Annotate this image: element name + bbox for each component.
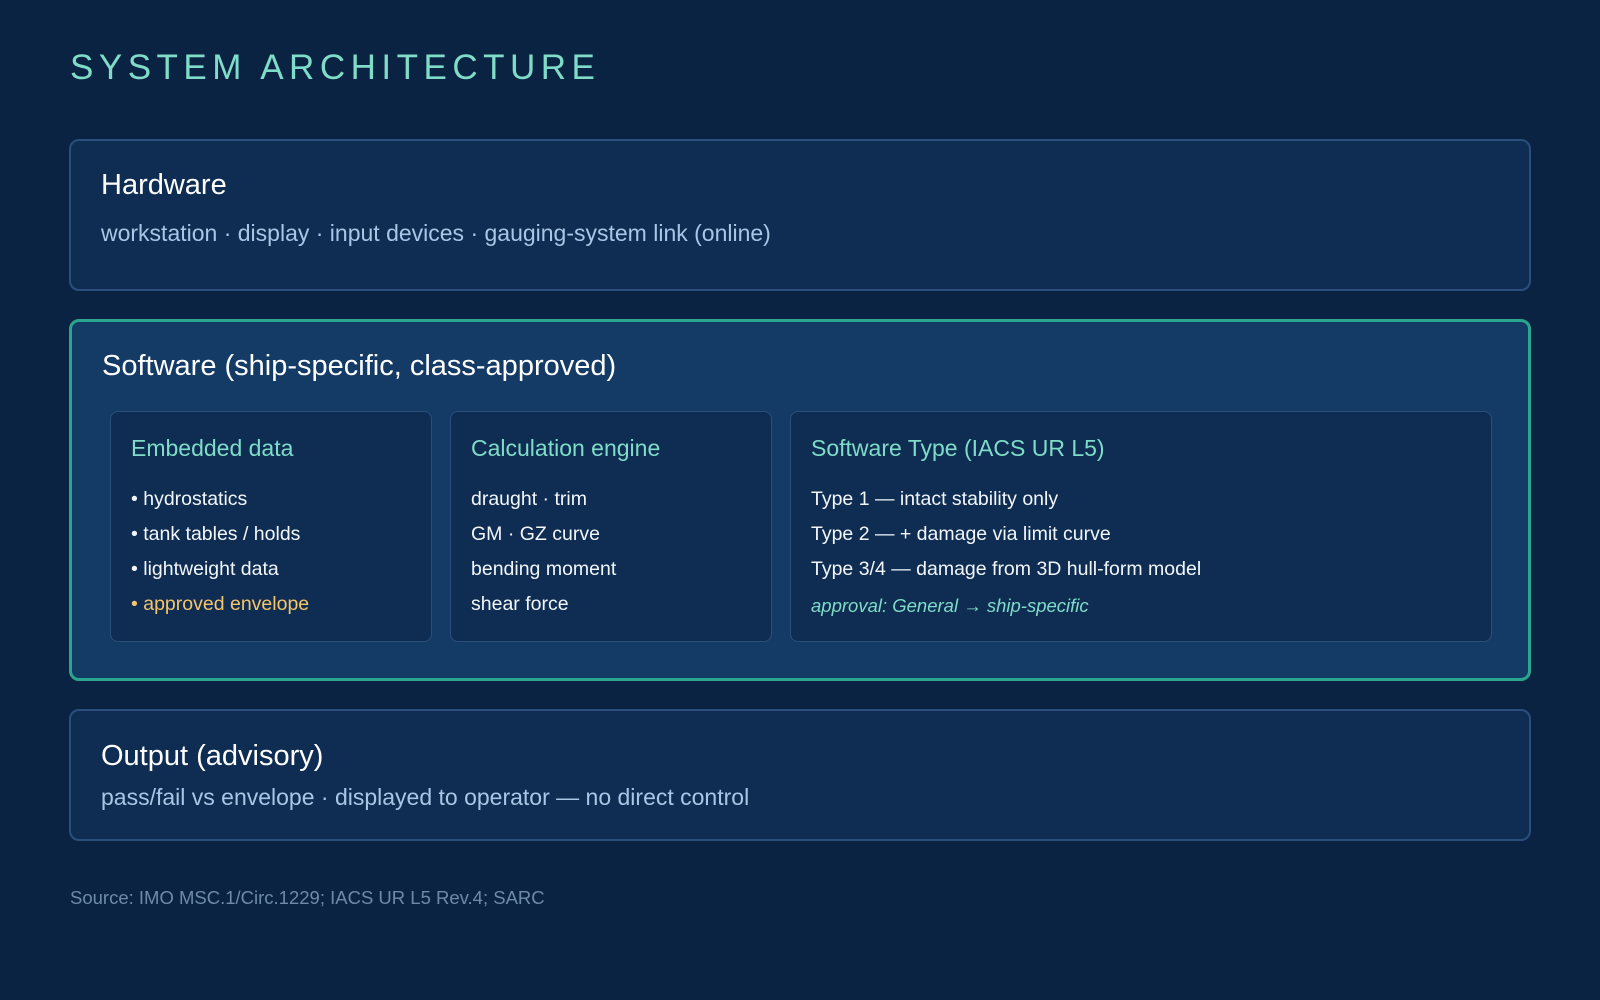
- calculation-engine-item: bending moment: [471, 558, 617, 580]
- software-type-card: Software Type (IACS UR L5) Type 1 — inta…: [790, 411, 1492, 642]
- calculation-engine-item: GM · GZ curve: [471, 523, 600, 545]
- software-type-item: Type 1 — intact stability only: [811, 488, 1059, 510]
- software-type-item: Type 2 — + damage via limit curve: [811, 523, 1111, 545]
- approval-note: approval: General → ship-specific: [811, 595, 1089, 616]
- output-title: Output (advisory): [101, 740, 324, 772]
- source-note: Source: IMO MSC.1/Circ.1229; IACS UR L5 …: [70, 887, 545, 908]
- software-type-title: Software Type (IACS UR L5): [811, 435, 1105, 461]
- software-type-list: Type 1 — intact stability only Type 2 — …: [811, 482, 1201, 587]
- hardware-title: Hardware: [101, 169, 227, 201]
- embedded-data-item: • lightweight data: [131, 558, 279, 580]
- embedded-data-card: Embedded data • hydrostatics • tank tabl…: [110, 411, 432, 642]
- page-title: SYSTEM ARCHITECTURE: [70, 48, 601, 87]
- output-description: pass/fail vs envelope · displayed to ope…: [101, 784, 750, 810]
- embedded-data-item-highlighted: • approved envelope: [131, 593, 310, 615]
- output-panel: Output (advisory) pass/fail vs envelope …: [69, 709, 1531, 841]
- hardware-description: workstation · display · input devices · …: [101, 220, 771, 246]
- software-title: Software (ship-specific, class-approved): [102, 350, 617, 382]
- embedded-data-list: • hydrostatics • tank tables / holds • l…: [131, 482, 309, 622]
- calculation-engine-title: Calculation engine: [471, 435, 661, 461]
- software-panel: Software (ship-specific, class-approved)…: [69, 319, 1531, 681]
- embedded-data-title: Embedded data: [131, 435, 294, 461]
- hardware-panel: Hardware workstation · display · input d…: [69, 139, 1531, 291]
- embedded-data-item: • hydrostatics: [131, 488, 248, 510]
- calculation-engine-item: draught · trim: [471, 488, 587, 510]
- calculation-engine-list: draught · trim GM · GZ curve bending mom…: [471, 482, 616, 622]
- embedded-data-item: • tank tables / holds: [131, 523, 301, 545]
- software-type-item: Type 3/4 — damage from 3D hull-form mode…: [811, 558, 1202, 580]
- calculation-engine-card: Calculation engine draught · trim GM · G…: [450, 411, 772, 642]
- calculation-engine-item: shear force: [471, 593, 569, 615]
